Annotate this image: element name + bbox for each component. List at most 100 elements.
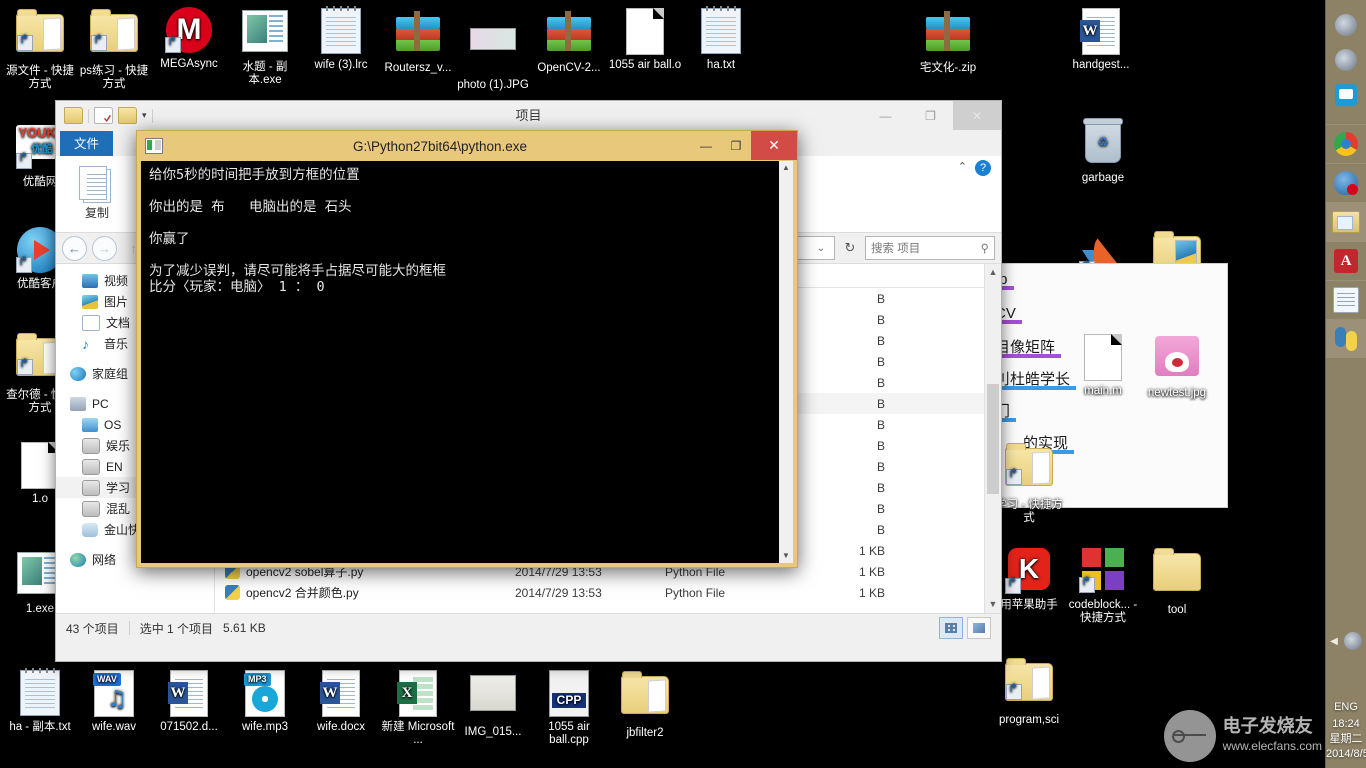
- desktop-icon-ps-folder[interactable]: ps练习 - 快捷方式: [77, 6, 151, 91]
- taskbar-button-security[interactable]: [1326, 163, 1366, 202]
- desktop-icon-ha-copy-txt[interactable]: ha - 副本.txt: [3, 668, 77, 734]
- desktop-icon-wife-wav[interactable]: WAV♫ wife.wav: [77, 668, 151, 734]
- taskbar-button-notepad[interactable]: [1326, 280, 1366, 319]
- network-icon[interactable]: [1335, 14, 1357, 36]
- taskbar-button-explorer[interactable]: [1326, 202, 1366, 241]
- desktop-icon-opencv-archive[interactable]: OpenCV-2...: [532, 6, 606, 75]
- forward-button[interactable]: →: [92, 236, 117, 261]
- help-icon[interactable]: ?: [975, 160, 991, 176]
- action-center-icon[interactable]: [1344, 632, 1362, 650]
- desktop-icon-kuaiyong[interactable]: K 用苹果助手: [992, 545, 1066, 612]
- notepad-file-icon: [697, 8, 745, 56]
- tray-expander[interactable]: ◀: [1326, 632, 1366, 650]
- large-icons-view-button[interactable]: [967, 617, 991, 639]
- desktop-icon-study-folder[interactable]: 学习 - 快捷方式: [992, 440, 1066, 525]
- chevron-down-icon[interactable]: ⌄: [812, 243, 830, 254]
- taskbar-app-buttons[interactable]: A: [1326, 124, 1366, 358]
- desktop-icon-photo-jpg[interactable]: photo (1).JPG: [456, 6, 530, 92]
- console-scrollbar[interactable]: ▲ ▼: [779, 161, 793, 563]
- desktop-icon-megasync[interactable]: M MEGAsync: [152, 6, 226, 71]
- close-button[interactable]: ✕: [953, 101, 1001, 130]
- desktop-icon-garbage-bin[interactable]: ♻ garbage: [1066, 118, 1140, 185]
- desktop-icon-source-folder[interactable]: 源文件 - 快捷方式: [3, 6, 77, 91]
- maximize-button[interactable]: ❐: [908, 101, 953, 130]
- refresh-icon[interactable]: ↻: [840, 240, 860, 256]
- desktop-icon-airball-cpp[interactable]: CPP 1055 air ball.cpp: [532, 668, 606, 747]
- desktop-icon-zhaiwenhua-zip[interactable]: 宅文化-.zip: [911, 6, 985, 75]
- desktop-icon-wife-lrc[interactable]: wife (3).lrc: [304, 6, 378, 72]
- desktop-icon-wife-mp3[interactable]: MP3 wife.mp3: [228, 668, 302, 734]
- chrome-icon: [1334, 132, 1358, 156]
- language-indicator[interactable]: ENG: [1326, 700, 1366, 715]
- explorer-title-bar[interactable]: ▾ 项目 — ❐ ✕: [56, 101, 1001, 131]
- maximize-button[interactable]: ❐: [721, 131, 751, 160]
- desktop-icon-routersz[interactable]: Routersz_v...: [381, 6, 455, 75]
- wav-audio-icon: WAV♫: [90, 670, 138, 718]
- desktop-icon-main-m[interactable]: main.m: [1066, 332, 1140, 398]
- image-file-icon: [469, 28, 517, 76]
- word-document-icon: W: [165, 670, 213, 718]
- contacts-icon[interactable]: [1335, 84, 1357, 106]
- desktop-icon-071502-doc[interactable]: W 071502.d...: [152, 668, 226, 734]
- close-button[interactable]: ✕: [751, 131, 797, 160]
- scroll-up-arrow[interactable]: ▲: [779, 161, 793, 175]
- file-size: B: [795, 376, 897, 390]
- table-row[interactable]: opencv2 合并颜色.py 2014/7/29 13:53 Python F…: [215, 582, 1001, 603]
- quick-access-toolbar[interactable]: ▾: [64, 107, 153, 124]
- desktop-icon-newtest-jpg[interactable]: newtest.jpg: [1140, 332, 1214, 400]
- scroll-down-arrow[interactable]: ▼: [985, 596, 1001, 613]
- desktop-icon-airball-o[interactable]: 1055 air ball.o: [608, 6, 682, 72]
- desktop-icon-wife-docx[interactable]: W wife.docx: [304, 668, 378, 734]
- desktop-icon-codeblocks[interactable]: codeblock... - 快捷方式: [1066, 545, 1140, 625]
- search-input[interactable]: 搜索 项目 ⚲: [865, 236, 995, 260]
- taskbar-button-chrome[interactable]: [1326, 124, 1366, 163]
- tab-file[interactable]: 文件: [60, 129, 113, 156]
- taskbar[interactable]: A ◀ ENG 18:24 星期二 2014/8/5: [1325, 0, 1366, 768]
- desktop-background[interactable]: 源文件 - 快捷方式 ps练习 - 快捷方式 M MEGAsync 水题 - 副…: [0, 0, 1366, 768]
- scrollbar-thumb[interactable]: [987, 384, 999, 494]
- console-window-controls[interactable]: — ❐ ✕: [691, 131, 797, 160]
- scroll-down-arrow[interactable]: ▼: [779, 549, 793, 563]
- taskbar-button-pdf[interactable]: A: [1326, 241, 1366, 280]
- desktop-icon-shuiti-exe[interactable]: 水题 - 副本.exe: [228, 6, 302, 87]
- desktop-icon-program-sci[interactable]: program,sci: [992, 655, 1066, 727]
- desktop-icon-ha-txt[interactable]: ha.txt: [684, 6, 758, 72]
- properties-icon[interactable]: [94, 107, 113, 124]
- console-title-bar[interactable]: G:\Python27bit64\python.exe — ❐ ✕: [137, 131, 797, 161]
- copy-button[interactable]: 复制: [66, 168, 128, 221]
- chevron-up-icon[interactable]: ⌃: [958, 160, 967, 173]
- watermark: 电子发烧友 www.elecfans.com: [1164, 710, 1322, 762]
- chevron-down-icon[interactable]: ▾: [142, 110, 147, 121]
- desktop-icon-tool-folder[interactable]: tool: [1140, 545, 1214, 617]
- folder-icon[interactable]: [64, 107, 83, 124]
- clock-area[interactable]: ENG 18:24 星期二 2014/8/5: [1326, 700, 1366, 762]
- sidebar-item-label: 文档: [106, 314, 130, 331]
- explorer-window-controls[interactable]: — ❐ ✕: [863, 101, 1001, 130]
- desktop-icon-jbfilter2[interactable]: jbfilter2: [608, 668, 682, 740]
- desktop-icon-new-excel[interactable]: X 新建 Microsoft ...: [381, 668, 455, 747]
- new-folder-icon[interactable]: [118, 107, 137, 124]
- megasync-icon: M: [165, 7, 213, 55]
- sidebar-item-label: 混乱: [106, 500, 130, 517]
- sidebar-item-label: 家庭组: [92, 365, 128, 382]
- minimize-button[interactable]: —: [863, 101, 908, 130]
- console-output[interactable]: 给你5秒的时间把手放到方框的位置 你出的是 布 电脑出的是 石头 你赢了 为了减…: [141, 161, 793, 563]
- python-console-window[interactable]: G:\Python27bit64\python.exe — ❐ ✕ 给你5秒的时…: [136, 130, 798, 568]
- file-size: B: [795, 481, 897, 495]
- chevron-left-icon[interactable]: ◀: [1330, 636, 1338, 647]
- taskbar-button-python[interactable]: [1326, 319, 1366, 358]
- winrar-archive-icon: [394, 11, 442, 59]
- details-view-button[interactable]: [939, 617, 963, 639]
- back-button[interactable]: ←: [62, 236, 87, 261]
- watermark-text: 电子发烧友 www.elecfans.com: [1223, 716, 1322, 756]
- desktop-icon-handgest-doc[interactable]: W handgest...: [1064, 6, 1138, 72]
- system-tray[interactable]: [1326, 0, 1366, 106]
- minimize-button[interactable]: —: [691, 131, 721, 160]
- folder-shortcut-icon: [1005, 448, 1053, 496]
- status-bar: 43 个项目 选中 1 个项目 5.61 KB: [56, 613, 1001, 642]
- desktop-icon-img-015[interactable]: IMG_015...: [456, 668, 530, 739]
- share-icon[interactable]: [1335, 49, 1357, 71]
- view-mode-buttons[interactable]: [939, 617, 991, 639]
- file-list-scrollbar[interactable]: ▲ ▼: [984, 264, 1001, 613]
- scroll-up-arrow[interactable]: ▲: [985, 264, 1001, 281]
